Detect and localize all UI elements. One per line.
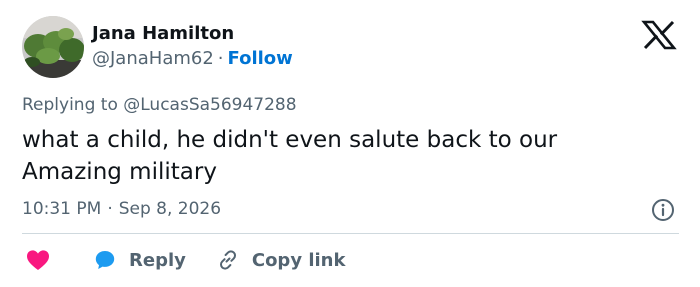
author-handle-row: @JanaHam62 · Follow xyxy=(92,47,293,71)
follow-button[interactable]: Follow xyxy=(228,48,293,69)
timestamp-separator: · xyxy=(107,199,113,219)
reply-bubble-icon xyxy=(95,251,115,269)
author-name[interactable]: Jana Hamilton xyxy=(92,22,234,46)
info-icon[interactable] xyxy=(651,198,675,222)
replying-to-handle[interactable]: @LucasSa56947288 xyxy=(123,95,296,115)
divider xyxy=(22,233,679,234)
tweet-time: 10:31 PM xyxy=(22,199,102,219)
copy-link-label: Copy link xyxy=(251,249,346,271)
action-bar: Reply Copy link xyxy=(22,246,345,274)
avatar[interactable] xyxy=(22,16,84,78)
reply-label: Reply xyxy=(129,249,186,271)
handle-separator: · xyxy=(217,48,224,69)
tweet-text: what a child, he didn't even salute back… xyxy=(22,127,558,185)
copy-link-button[interactable]: Copy link xyxy=(216,248,346,272)
heart-icon[interactable] xyxy=(25,248,51,272)
author-handle[interactable]: @JanaHam62 xyxy=(92,48,214,69)
reply-button[interactable]: Reply xyxy=(93,248,186,272)
replying-to: Replying to @LucasSa56947288 xyxy=(22,93,297,117)
tweet-date: Sep 8, 2026 xyxy=(118,199,222,219)
avatar-image xyxy=(22,16,84,78)
replying-to-prefix: Replying to xyxy=(22,95,118,115)
link-icon xyxy=(219,250,236,270)
tweet-timestamp[interactable]: 10:31 PM · Sep 8, 2026 xyxy=(22,197,221,221)
x-logo-icon[interactable] xyxy=(640,20,678,50)
